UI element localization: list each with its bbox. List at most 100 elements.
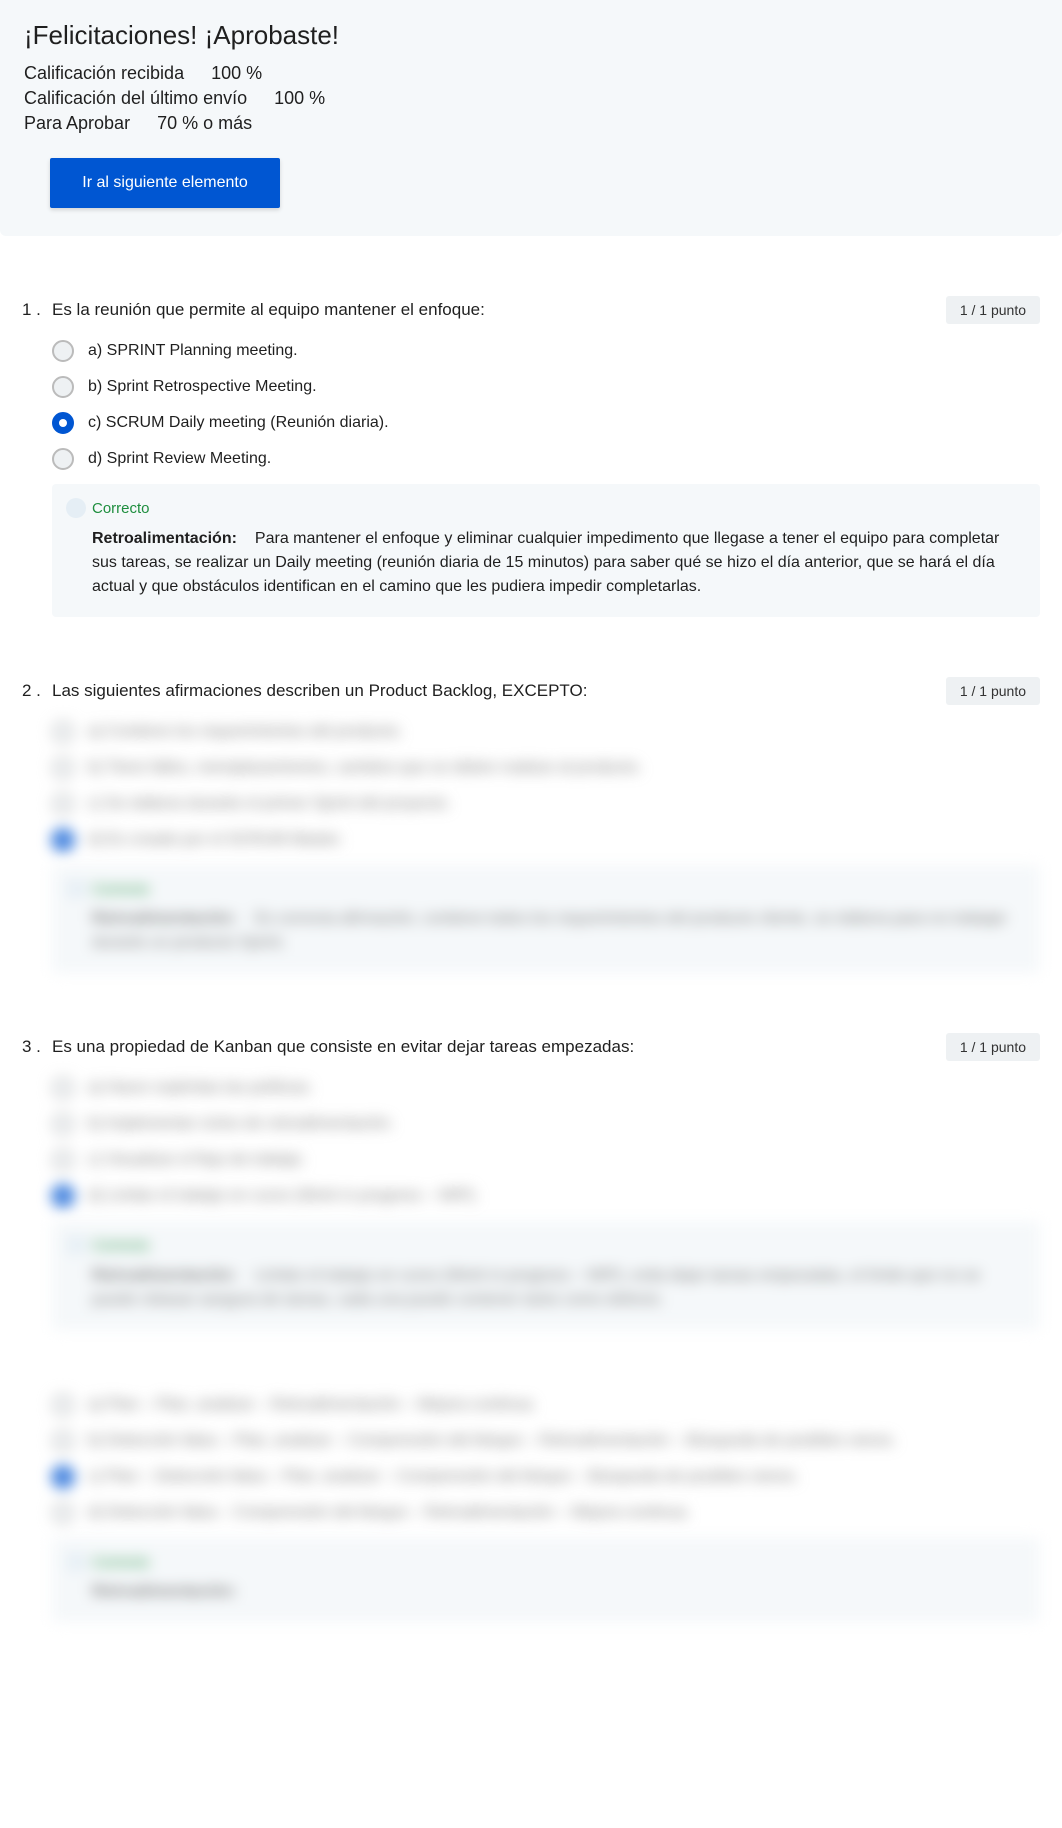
option: b) Detección falsa – Plan, analizar – Co… bbox=[52, 1430, 1040, 1452]
score-row-received: Calificación recibida 100 % bbox=[24, 63, 1038, 84]
feedback-body: Retroalimentación:Para mantener el enfoq… bbox=[92, 527, 1022, 599]
option: a) Contiene los requerimientos del produ… bbox=[52, 721, 1040, 743]
radio-icon bbox=[52, 1113, 74, 1135]
option-text: d) Es creado por el SCRUM Master. bbox=[88, 831, 343, 849]
option-text: c) SCRUM Daily meeting (Reunión diaria). bbox=[88, 414, 389, 432]
feedback-label: Retroalimentación: bbox=[92, 910, 237, 927]
option: c) Visualizar el flujo de trabajo. bbox=[52, 1149, 1040, 1171]
options-list: a) SPRINT Planning meeting. b) Sprint Ret… bbox=[52, 340, 1040, 470]
question-text: Es la reunión que permite al equipo mant… bbox=[52, 300, 1040, 320]
option: c) Se elabora durante el primer Sprint d… bbox=[52, 793, 1040, 815]
radio-icon bbox=[52, 793, 74, 815]
option-text: a) Hacer explícitas las políticas. bbox=[88, 1079, 313, 1097]
option-text: a) Contiene los requerimientos del produ… bbox=[88, 723, 403, 741]
radio-icon bbox=[52, 829, 74, 851]
question: a) Plan – Plan, analizar – Retroalimenta… bbox=[22, 1394, 1040, 1623]
score-label: Calificación recibida bbox=[24, 63, 184, 84]
radio-icon bbox=[52, 1077, 74, 1099]
option-text: c) Se elabora durante el primer Sprint d… bbox=[88, 795, 451, 813]
radio-icon bbox=[52, 1149, 74, 1171]
options-list: a) Plan – Plan, analizar – Retroalimenta… bbox=[52, 1394, 1040, 1524]
option-text: a) SPRINT Planning meeting. bbox=[88, 342, 298, 360]
score-row-pass: Para Aprobar 70 % o más bbox=[24, 113, 1038, 134]
feedback-label: Retroalimentación: bbox=[92, 530, 237, 547]
question: 1 .Es la reunión que permite al equipo m… bbox=[22, 300, 1040, 617]
score-value: 100 % bbox=[211, 63, 262, 84]
feedback-body: Retroalimentación: bbox=[92, 1580, 1022, 1604]
radio-icon bbox=[52, 721, 74, 743]
feedback-label: Retroalimentación: bbox=[92, 1267, 237, 1284]
radio-icon bbox=[52, 1430, 74, 1452]
question-number: 3 . bbox=[22, 1037, 52, 1057]
option-text: b) Implementar ciclos de retroalimentaci… bbox=[88, 1115, 394, 1133]
score-label: Para Aprobar bbox=[24, 113, 130, 134]
check-icon bbox=[66, 1235, 86, 1255]
option: b) Implementar ciclos de retroalimentaci… bbox=[52, 1113, 1040, 1135]
option: a) Plan – Plan, analizar – Retroalimenta… bbox=[52, 1394, 1040, 1416]
option[interactable]: a) SPRINT Planning meeting. bbox=[52, 340, 1040, 362]
option-text: b) Sprint Retrospective Meeting. bbox=[88, 378, 317, 396]
radio-icon bbox=[52, 340, 74, 362]
feedback-body: Retroalimentación:Es correcta afirmación… bbox=[92, 907, 1022, 955]
option: a) Hacer explícitas las políticas. bbox=[52, 1077, 1040, 1099]
check-icon bbox=[66, 498, 86, 518]
option: b) Tiene fallos, reemplazamientos, cambi… bbox=[52, 757, 1040, 779]
question: 3 .Es una propiedad de Kanban que consis… bbox=[22, 1037, 1040, 1330]
radio-icon bbox=[52, 376, 74, 398]
feedback-text: Es correcta afirmación, contiene todos l… bbox=[92, 910, 1006, 951]
radio-icon bbox=[52, 412, 74, 434]
check-icon bbox=[66, 879, 86, 899]
option: d) Es creado por el SCRUM Master. bbox=[52, 829, 1040, 851]
feedback-box: Correcto Retroalimentación:Para mantener … bbox=[52, 484, 1040, 617]
option: d) Detección falsa – Comprensión del blo… bbox=[52, 1502, 1040, 1524]
feedback-box: Correcto Retroalimentación: bbox=[52, 1538, 1040, 1623]
feedback-box: Correcto Retroalimentación:Limitar el tra… bbox=[52, 1221, 1040, 1330]
results-header: ¡Felicitaciones! ¡Aprobaste! Calificació… bbox=[0, 0, 1062, 236]
quiz-body: 1 .Es la reunión que permite al equipo m… bbox=[0, 300, 1062, 1682]
question-head: 3 .Es una propiedad de Kanban que consis… bbox=[22, 1037, 1040, 1057]
radio-icon bbox=[52, 1502, 74, 1524]
radio-icon bbox=[52, 1466, 74, 1488]
radio-icon bbox=[52, 1394, 74, 1416]
question-text: Es una propiedad de Kanban que consiste … bbox=[52, 1037, 1040, 1057]
score-label: Calificación del último envío bbox=[24, 88, 247, 109]
question-number: 1 . bbox=[22, 300, 52, 320]
option-text: c) Visualizar el flujo de trabajo. bbox=[88, 1151, 306, 1169]
score-value: 70 % o más bbox=[157, 113, 252, 134]
feedback-box: CorrectoRetroalimentación:Es correcta af… bbox=[52, 865, 1040, 974]
correct-label: Correcto bbox=[92, 1235, 1022, 1258]
radio-icon bbox=[52, 448, 74, 470]
radio-icon bbox=[52, 757, 74, 779]
score-value: 100 % bbox=[274, 88, 325, 109]
options-list: a) Hacer explícitas las políticas. b) Imp… bbox=[52, 1077, 1040, 1207]
feedback-text: Limitar el trabajo en curso (Work in pro… bbox=[92, 1267, 980, 1308]
options-list: a) Contiene los requerimientos del produ… bbox=[52, 721, 1040, 851]
option: c) Plan – Detección falsa – Plan, analiz… bbox=[52, 1466, 1040, 1488]
option-text: d) Detección falsa – Comprensión del blo… bbox=[88, 1504, 690, 1522]
correct-label: Correcto bbox=[92, 498, 1022, 521]
page-title: ¡Felicitaciones! ¡Aprobaste! bbox=[24, 20, 1038, 51]
option-text: d) Sprint Review Meeting. bbox=[88, 450, 271, 468]
feedback-body: Retroalimentación:Limitar el trabajo en … bbox=[92, 1264, 1022, 1312]
next-item-button[interactable]: Ir al siguiente elemento bbox=[50, 158, 280, 208]
option-text: a) Plan – Plan, analizar – Retroalimenta… bbox=[88, 1396, 536, 1414]
option[interactable]: d) Sprint Review Meeting. bbox=[52, 448, 1040, 470]
option-text: b) Detección falsa – Plan, analizar – Co… bbox=[88, 1432, 896, 1450]
correct-label: Correcto bbox=[92, 1552, 1022, 1575]
option: d) Limitar el trabajo en curso (Work in … bbox=[52, 1185, 1040, 1207]
feedback-label: Retroalimentación: bbox=[92, 1583, 237, 1600]
points-badge: 1 / 1 punto bbox=[946, 296, 1040, 324]
question-head: 1 .Es la reunión que permite al equipo m… bbox=[22, 300, 1040, 320]
option-text: b) Tiene fallos, reemplazamientos, cambi… bbox=[88, 759, 642, 777]
question: 2 .Las siguientes afirmaciones describen… bbox=[22, 681, 1040, 974]
score-row-last: Calificación del último envío 100 % bbox=[24, 88, 1038, 109]
radio-icon bbox=[52, 1185, 74, 1207]
question-text: Las siguientes afirmaciones describen un… bbox=[52, 681, 1040, 701]
question-head: 2 .Las siguientes afirmaciones describen… bbox=[22, 681, 1040, 701]
option-text: c) Plan – Detección falsa – Plan, analiz… bbox=[88, 1468, 799, 1486]
option-text: d) Limitar el trabajo en curso (Work in … bbox=[88, 1187, 479, 1205]
option[interactable]: c) SCRUM Daily meeting (Reunión diaria). bbox=[52, 412, 1040, 434]
check-icon bbox=[66, 1552, 86, 1572]
option[interactable]: b) Sprint Retrospective Meeting. bbox=[52, 376, 1040, 398]
points-badge: 1 / 1 punto bbox=[946, 677, 1040, 705]
